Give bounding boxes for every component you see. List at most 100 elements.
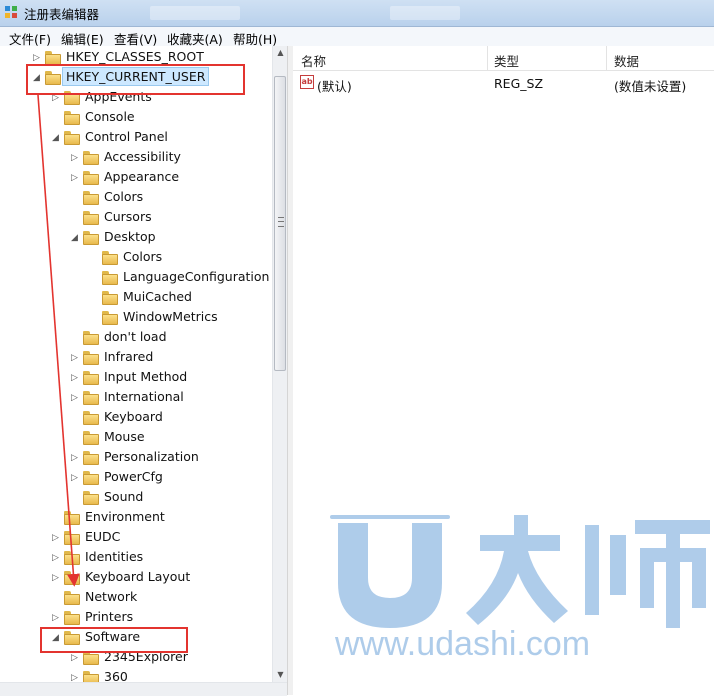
expand-arrow-icon[interactable]: ▷	[71, 152, 81, 164]
tree-item[interactable]: ▷ Keyboard Layout	[0, 568, 272, 588]
expand-arrow-icon[interactable]	[71, 492, 81, 504]
expand-arrow-icon[interactable]	[90, 252, 100, 264]
expand-arrow-icon[interactable]: ▷	[71, 392, 81, 404]
tree-item[interactable]: Cursors	[0, 208, 272, 228]
tree-item[interactable]: ▷ Input Method	[0, 368, 272, 388]
expand-arrow-icon[interactable]	[90, 272, 100, 284]
watermark-url: www.udashi.com	[334, 625, 590, 663]
tree-item-label: MuiCached	[123, 289, 192, 304]
tree-item[interactable]: ▷ PowerCfg	[0, 468, 272, 488]
value-name: (默认)	[317, 79, 352, 94]
folder-icon	[83, 651, 99, 665]
tree-item[interactable]: ▷ Appearance	[0, 168, 272, 188]
tree-item[interactable]: ▷ EUDC	[0, 528, 272, 548]
folder-icon	[83, 231, 99, 245]
expand-arrow-icon[interactable]: ▷	[71, 372, 81, 384]
folder-icon	[83, 151, 99, 165]
tree-item[interactable]: Environment	[0, 508, 272, 528]
background-tab	[150, 6, 240, 20]
expand-arrow-icon[interactable]: ▷	[52, 532, 62, 544]
window-title: 注册表编辑器	[24, 7, 100, 22]
tree-item[interactable]: ▷ Identities	[0, 548, 272, 568]
tree-item-label: PowerCfg	[104, 469, 163, 484]
expand-arrow-icon[interactable]	[71, 432, 81, 444]
folder-icon	[83, 211, 99, 225]
tree-item[interactable]: ◢ Desktop	[0, 228, 272, 248]
expand-arrow-icon[interactable]: ◢	[52, 132, 62, 144]
tree-item-label: Infrared	[104, 349, 154, 364]
tree-item[interactable]: Colors	[0, 248, 272, 268]
expand-arrow-icon[interactable]: ◢	[71, 232, 81, 244]
tree-item-label: EUDC	[85, 529, 121, 544]
expand-arrow-icon[interactable]: ▷	[52, 572, 62, 584]
tree-item-label: don't load	[104, 329, 167, 344]
expand-arrow-icon[interactable]	[52, 112, 62, 124]
registry-tree[interactable]: ▷ HKEY_CLASSES_ROOT ◢ HKEY_CURRENT_USER ▷ App…	[0, 46, 287, 695]
expand-arrow-icon[interactable]: ▷	[52, 612, 62, 624]
scroll-thumb[interactable]	[274, 76, 286, 371]
folder-icon	[102, 311, 118, 325]
tree-item[interactable]: ▷ Personalization	[0, 448, 272, 468]
tree-item[interactable]: ▷ Infrared	[0, 348, 272, 368]
tree-item[interactable]: ◢ Control Panel	[0, 128, 272, 148]
tree-item[interactable]: ▷ International	[0, 388, 272, 408]
highlight-hkcu	[26, 64, 245, 95]
tree-item-label: Keyboard	[104, 409, 163, 424]
tree-item[interactable]: Colors	[0, 188, 272, 208]
expand-arrow-icon[interactable]: ▷	[52, 552, 62, 564]
folder-icon	[64, 571, 80, 585]
expand-arrow-icon[interactable]	[71, 412, 81, 424]
tree-item-label: Desktop	[104, 229, 156, 244]
tree-item[interactable]: Mouse	[0, 428, 272, 448]
expand-arrow-icon[interactable]: ▷	[71, 472, 81, 484]
udashi-watermark: www.udashi.com	[330, 515, 710, 663]
tree-item-label: Personalization	[104, 449, 199, 464]
expand-arrow-icon[interactable]	[90, 312, 100, 324]
folder-icon	[83, 391, 99, 405]
tree-item-label: Network	[85, 589, 138, 604]
scroll-down-icon[interactable]: ▼	[273, 668, 288, 682]
folder-icon	[83, 431, 99, 445]
expand-arrow-icon[interactable]: ▷	[71, 452, 81, 464]
expand-arrow-icon[interactable]: ▷	[71, 652, 81, 664]
tree-item-label: Colors	[123, 249, 163, 264]
folder-icon	[102, 251, 118, 265]
expand-arrow-icon[interactable]	[71, 212, 81, 224]
tree-vertical-scrollbar[interactable]: ▲ ▼	[272, 46, 288, 682]
tree-item[interactable]: ▷ Accessibility	[0, 148, 272, 168]
tree-item[interactable]: Keyboard	[0, 408, 272, 428]
list-item[interactable]: ab (默认) REG_SZ (数值未设置)	[293, 73, 714, 94]
tree-item-label: Control Panel	[85, 129, 168, 144]
expand-arrow-icon[interactable]	[71, 192, 81, 204]
tree-item-label: Printers	[85, 609, 134, 624]
column-data[interactable]: 数据	[614, 51, 639, 70]
tree-item-label: Appearance	[104, 169, 180, 184]
scroll-up-icon[interactable]: ▲	[273, 46, 288, 60]
folder-icon	[83, 471, 99, 485]
expand-arrow-icon[interactable]	[90, 292, 100, 304]
tree-item[interactable]: don't load	[0, 328, 272, 348]
expand-arrow-icon[interactable]: ▷	[71, 172, 81, 184]
expand-arrow-icon[interactable]	[52, 512, 62, 524]
expand-arrow-icon[interactable]: ▷	[71, 352, 81, 364]
value-data: (数值未设置)	[614, 79, 687, 94]
tree-horizontal-scrollbar[interactable]	[0, 682, 287, 696]
tree-item[interactable]: WindowMetrics	[0, 308, 272, 328]
expand-arrow-icon[interactable]	[52, 592, 62, 604]
value-type: REG_SZ	[494, 76, 544, 91]
tree-item[interactable]: ▷ Printers	[0, 608, 272, 628]
tree-item[interactable]: MuiCached	[0, 288, 272, 308]
folder-icon	[45, 51, 61, 65]
column-name[interactable]: 名称	[301, 51, 326, 70]
highlight-software	[40, 627, 188, 653]
tree-item[interactable]: LanguageConfiguration	[0, 268, 272, 288]
column-type[interactable]: 类型	[494, 51, 519, 70]
expand-arrow-icon[interactable]: ▷	[33, 52, 43, 64]
tree-item[interactable]: Console	[0, 108, 272, 128]
tree-item[interactable]: Network	[0, 588, 272, 608]
menu-bar: 文件(F) 编辑(E) 查看(V) 收藏夹(A) 帮助(H)	[0, 27, 714, 47]
tree-item[interactable]: Sound	[0, 488, 272, 508]
column-divider	[487, 46, 488, 70]
expand-arrow-icon[interactable]	[71, 332, 81, 344]
folder-icon	[83, 411, 99, 425]
